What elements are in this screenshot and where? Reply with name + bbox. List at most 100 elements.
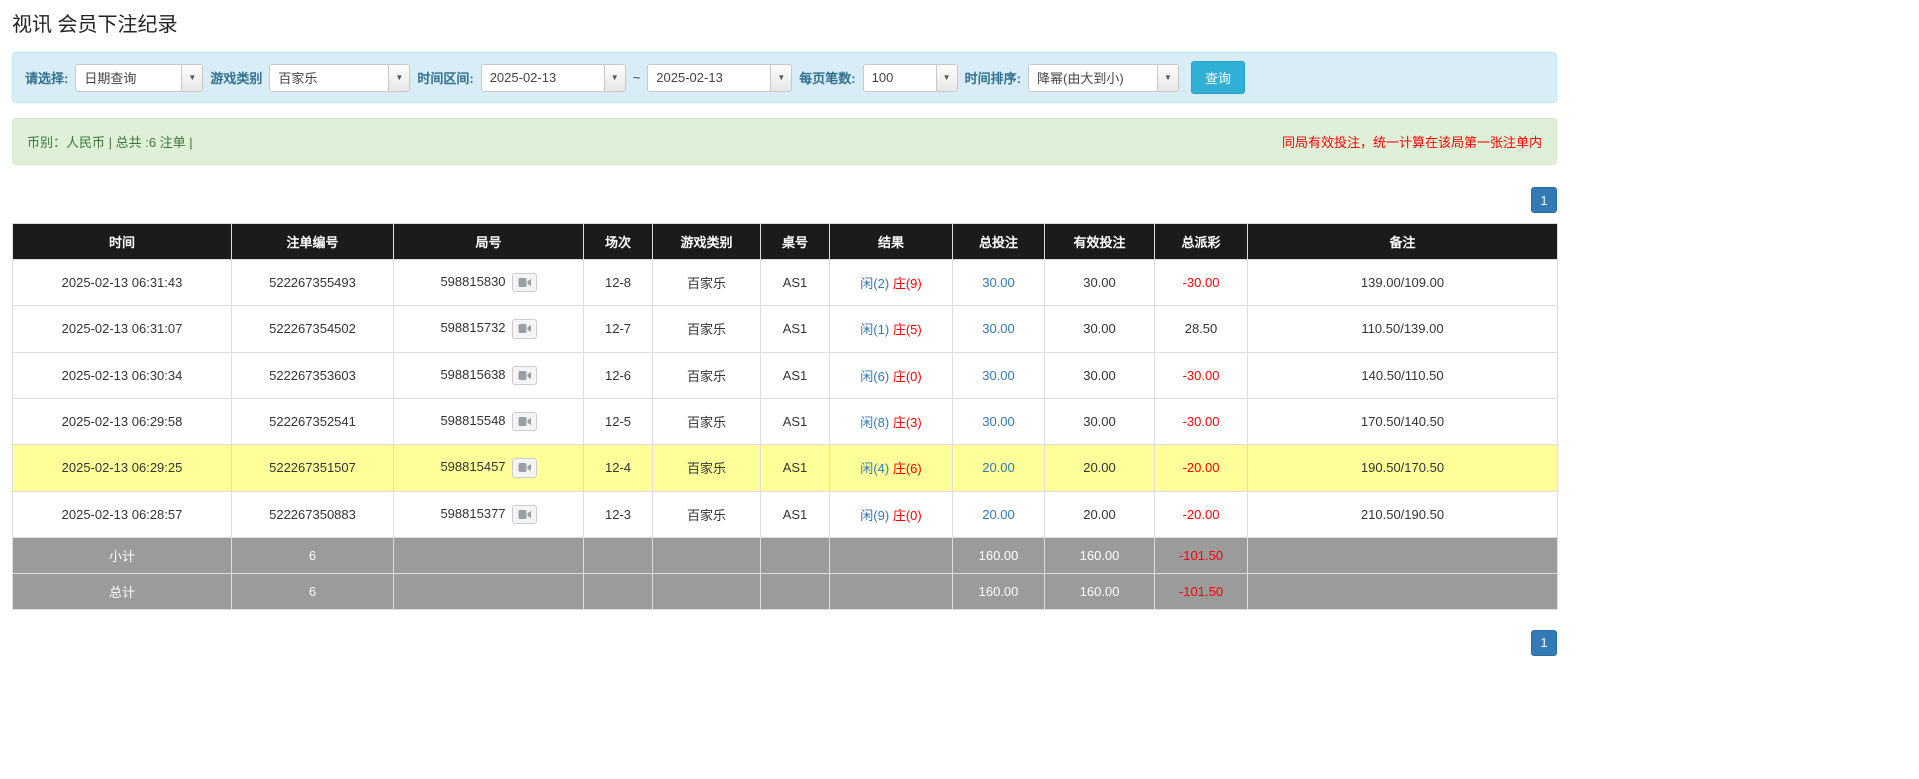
column-header: 有效投注 (1045, 224, 1155, 260)
pagination-top: 1 (12, 187, 1557, 213)
view-round-button[interactable] (512, 458, 537, 477)
cell-total-bet: 30.00 (953, 260, 1045, 306)
total-row: 总计 6 160.00 160.00 -101.50 (13, 573, 1558, 609)
cell-game-type: 百家乐 (653, 398, 761, 444)
page-title: 视讯 会员下注纪录 (12, 8, 1557, 37)
cell-session: 12-3 (584, 491, 653, 537)
cell-valid-bet: 20.00 (1045, 445, 1155, 491)
round-number: 598815457 (440, 459, 505, 474)
cell-total-bet: 30.00 (953, 352, 1045, 398)
header-row: 时间注单编号局号场次游戏类别桌号结果总投注有效投注总派彩备注 (13, 224, 1558, 260)
table-row: 2025-02-13 06:29:25522267351507598815457… (13, 445, 1558, 491)
cell-session: 12-5 (584, 398, 653, 444)
date-to-dropdown-button[interactable]: ▼ (770, 65, 791, 91)
filter-bar: 请选择: ▼ 游戏类别 ▼ 时间区间: ▼ ~ ▼ 每页笔数: ▼ 时间排序: … (12, 52, 1557, 103)
view-round-button[interactable] (512, 505, 537, 524)
result-player: 闲(8) (860, 415, 889, 430)
select-type-input[interactable] (76, 65, 181, 91)
date-from-combo: ▼ (481, 64, 626, 92)
date-to-combo: ▼ (647, 64, 792, 92)
date-from-input[interactable] (482, 65, 604, 91)
cell-result: 闲(4) 庄(6) (830, 445, 953, 491)
total-bet-link[interactable]: 30.00 (982, 414, 1015, 429)
total-bet-link[interactable]: 20.00 (982, 507, 1015, 522)
search-button[interactable]: 查询 (1191, 61, 1245, 94)
cell-round: 598815377 (394, 491, 584, 537)
empty-cell (761, 537, 830, 573)
sort-order-input[interactable] (1029, 65, 1157, 91)
select-type-label: 请选择: (25, 68, 68, 87)
select-type-dropdown-button[interactable]: ▼ (181, 65, 202, 91)
view-round-button[interactable] (512, 412, 537, 431)
view-round-button[interactable] (512, 273, 537, 292)
per-page-dropdown-button[interactable]: ▼ (936, 65, 957, 91)
cell-valid-bet: 30.00 (1045, 306, 1155, 352)
result-player: 闲(1) (860, 322, 889, 337)
cell-session: 12-7 (584, 306, 653, 352)
total-label: 总计 (13, 573, 232, 609)
subtotal-count: 6 (232, 537, 394, 573)
cell-bet-id: 522267355493 (232, 260, 394, 306)
round-number: 598815830 (440, 274, 505, 289)
chevron-down-icon: ▼ (395, 74, 403, 82)
cell-round: 598815638 (394, 352, 584, 398)
total-bet-link[interactable]: 30.00 (982, 275, 1015, 290)
result-banker: 庄(6) (893, 461, 922, 476)
round-number: 598815377 (440, 506, 505, 521)
column-header: 结果 (830, 224, 953, 260)
page: 视讯 会员下注纪录 请选择: ▼ 游戏类别 ▼ 时间区间: ▼ ~ ▼ 每页笔数… (12, 8, 1557, 656)
cell-total-bet: 20.00 (953, 491, 1045, 537)
cell-bet-id: 522267351507 (232, 445, 394, 491)
cell-table-no: AS1 (761, 445, 830, 491)
video-replay-icon (518, 277, 531, 288)
page-button[interactable]: 1 (1531, 187, 1557, 213)
date-from-dropdown-button[interactable]: ▼ (604, 65, 625, 91)
sort-order-label: 时间排序: (965, 68, 1021, 87)
cell-valid-bet: 30.00 (1045, 352, 1155, 398)
table-body: 2025-02-13 06:31:43522267355493598815830… (13, 260, 1558, 538)
total-bet-link[interactable]: 20.00 (982, 460, 1015, 475)
sort-order-dropdown-button[interactable]: ▼ (1157, 65, 1178, 91)
column-header: 总派彩 (1155, 224, 1248, 260)
game-type-dropdown-button[interactable]: ▼ (388, 65, 409, 91)
view-round-button[interactable] (512, 366, 537, 385)
cell-payout: -30.00 (1155, 352, 1248, 398)
bet-records-table: 时间注单编号局号场次游戏类别桌号结果总投注有效投注总派彩备注 2025-02-1… (12, 223, 1558, 610)
column-header: 注单编号 (232, 224, 394, 260)
cell-result: 闲(2) 庄(9) (830, 260, 953, 306)
total-total-bet: 160.00 (953, 573, 1045, 609)
empty-cell (830, 537, 953, 573)
cell-table-no: AS1 (761, 491, 830, 537)
video-replay-icon (518, 462, 531, 473)
game-type-input[interactable] (270, 65, 388, 91)
empty-cell (761, 573, 830, 609)
result-player: 闲(4) (860, 461, 889, 476)
view-round-button[interactable] (512, 319, 537, 338)
cell-result: 闲(1) 庄(5) (830, 306, 953, 352)
cell-time: 2025-02-13 06:31:07 (13, 306, 232, 352)
cell-session: 12-8 (584, 260, 653, 306)
select-type-combo: ▼ (75, 64, 203, 92)
date-to-input[interactable] (648, 65, 770, 91)
game-type-combo: ▼ (269, 64, 410, 92)
cell-session: 12-4 (584, 445, 653, 491)
summary-currency-total: 币别：人民币 | 总共 :6 注单 | (27, 132, 193, 151)
total-bet-link[interactable]: 30.00 (982, 368, 1015, 383)
date-range-separator: ~ (633, 70, 641, 85)
result-banker: 庄(0) (893, 369, 922, 384)
table-footer: 小计 6 160.00 160.00 -101.50 总计 6 (13, 537, 1558, 609)
total-count: 6 (232, 573, 394, 609)
total-bet-link[interactable]: 30.00 (982, 321, 1015, 336)
cell-table-no: AS1 (761, 352, 830, 398)
cell-total-bet: 20.00 (953, 445, 1045, 491)
empty-cell (584, 537, 653, 573)
cell-remark: 170.50/140.50 (1248, 398, 1558, 444)
page-button[interactable]: 1 (1531, 630, 1557, 656)
cell-table-no: AS1 (761, 260, 830, 306)
cell-result: 闲(9) 庄(0) (830, 491, 953, 537)
cell-remark: 190.50/170.50 (1248, 445, 1558, 491)
subtotal-total-bet: 160.00 (953, 537, 1045, 573)
cell-remark: 140.50/110.50 (1248, 352, 1558, 398)
result-player: 闲(9) (860, 508, 889, 523)
per-page-input[interactable] (864, 65, 936, 91)
